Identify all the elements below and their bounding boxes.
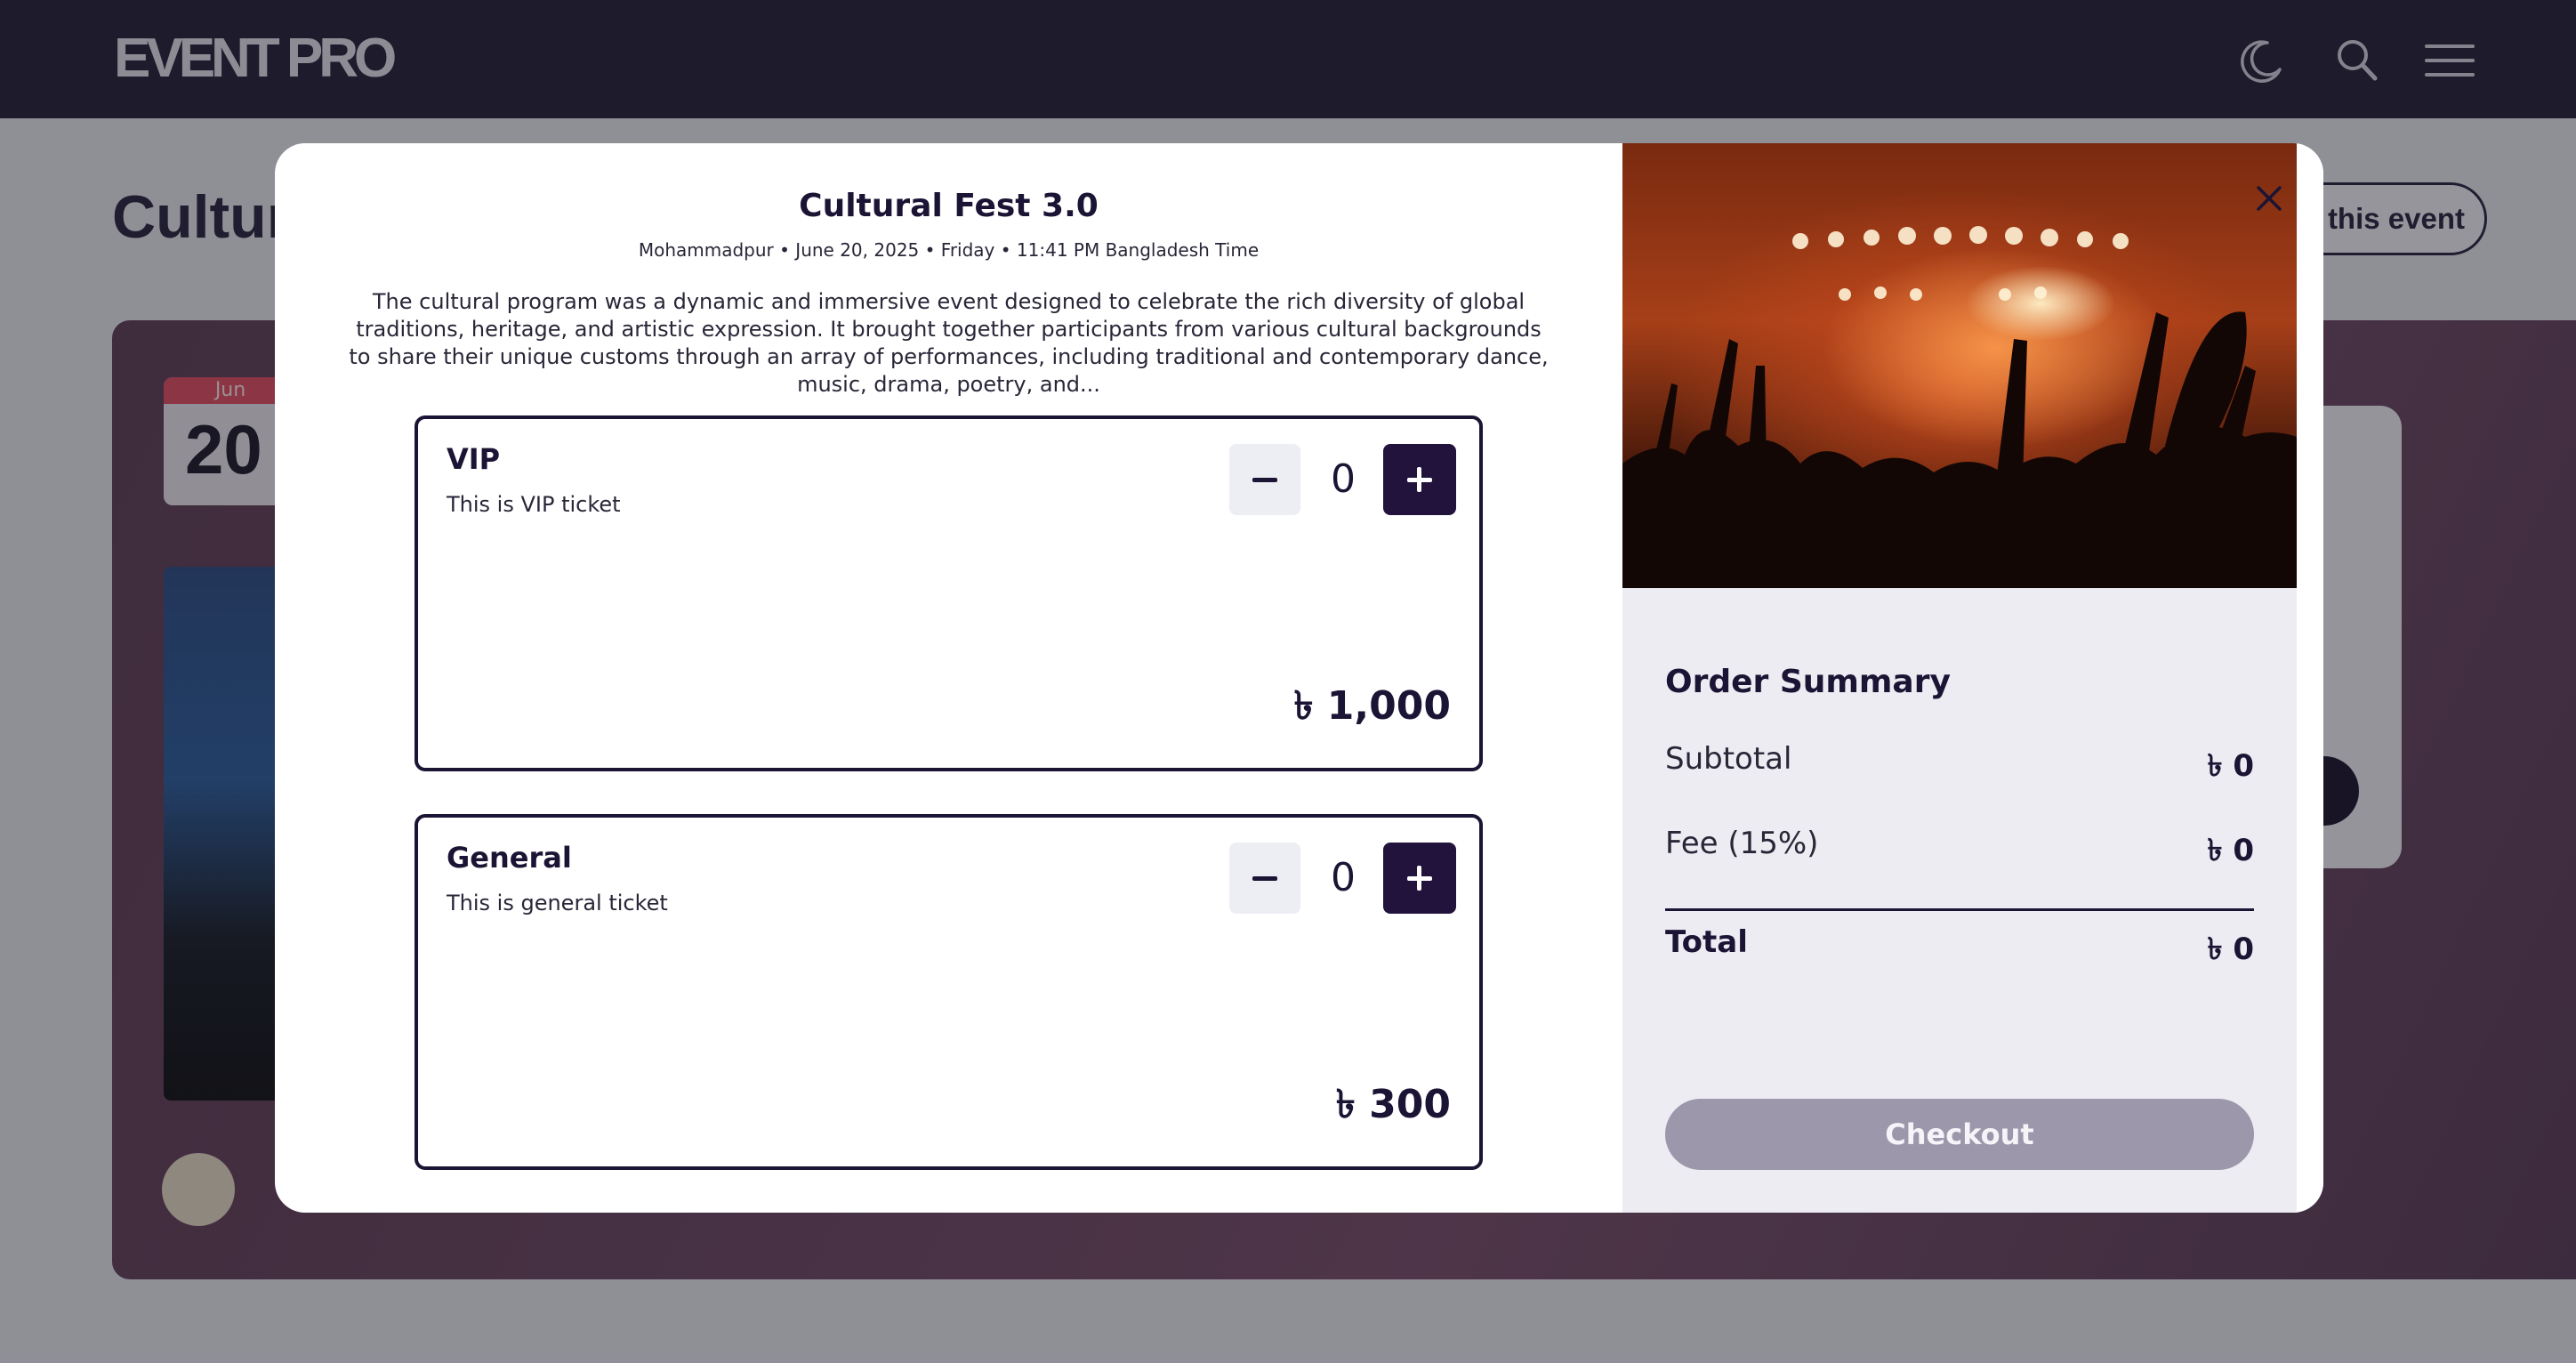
decrease-quantity-button[interactable] [1229,444,1300,515]
ticket-card-general: General This is general ticket 0 ৳ 300 [415,814,1483,1170]
ticket-quantity: 0 [1331,855,1356,900]
ticket-price: ৳ 300 [1335,1082,1451,1127]
subtotal-label: Subtotal [1665,741,1792,777]
checkout-button[interactable]: Checkout [1665,1099,2254,1170]
event-title: Cultural Fest 3.0 [799,188,1099,224]
ticket-description: This is VIP ticket [447,492,621,517]
ticket-name: General [447,841,572,875]
fee-label: Fee (15%) [1665,826,1819,861]
ticket-quantity: 0 [1331,456,1356,502]
fee-value: ৳ 0 [2207,833,2254,868]
event-description: The cultural program was a dynamic and i… [349,289,1549,397]
order-summary-panel: Order Summary Subtotal ৳ 0 Fee (15%) ৳ 0… [1622,143,2297,1213]
ticket-description: This is general ticket [447,891,668,915]
close-modal-button[interactable] [2250,179,2289,218]
increase-quantity-button[interactable] [1383,444,1456,515]
ticket-name: VIP [447,442,501,476]
total-label: Total [1665,924,1748,960]
order-summary-title: Order Summary [1665,664,1951,700]
event-meta: Mohammadpur • June 20, 2025 • Friday • 1… [638,239,1260,261]
subtotal-value: ৳ 0 [2207,748,2254,784]
event-image [1622,143,2297,588]
close-icon [2257,186,2282,211]
modal-edge [2297,143,2323,1213]
ticket-purchase-modal: Cultural Fest 3.0 Mohammadpur • June 20,… [275,143,2323,1213]
ticket-price: ৳ 1,000 [1293,683,1451,729]
concert-crowd-illustration [1622,226,2297,588]
total-value: ৳ 0 [2207,932,2254,967]
increase-quantity-button[interactable] [1383,843,1456,914]
summary-divider [1665,908,2254,911]
ticket-selection-panel: Cultural Fest 3.0 Mohammadpur • June 20,… [275,143,1622,1213]
decrease-quantity-button[interactable] [1229,843,1300,914]
ticket-card-vip: VIP This is VIP ticket 0 ৳ 1,000 [415,415,1483,771]
